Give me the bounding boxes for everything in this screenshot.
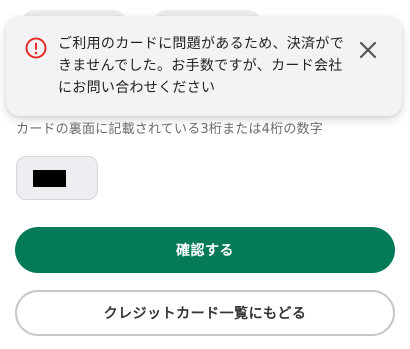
error-toast: ご利用のカードに問題があるため、決済ができませんでした。お手数ですが、カード会社… xyxy=(6,16,402,116)
security-code-input[interactable] xyxy=(16,156,98,200)
confirm-button[interactable]: 確認する xyxy=(15,227,395,273)
back-to-card-list-button[interactable]: クレジットカード一覧にもどる xyxy=(15,290,395,336)
redacted-value xyxy=(33,170,66,187)
error-message: ご利用のカードに問題があるため、決済ができませんでした。お手数ですが、カード会社… xyxy=(58,36,344,96)
error-icon xyxy=(25,37,47,59)
cvv-hint: カードの裏面に記載されている3桁または4桁の数字 xyxy=(16,122,323,137)
close-icon[interactable] xyxy=(356,38,380,62)
